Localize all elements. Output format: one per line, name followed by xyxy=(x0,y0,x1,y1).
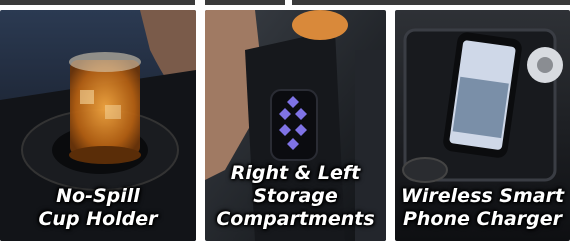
feature-card-storage: Right & Left Storage Compartments xyxy=(205,10,386,241)
caption-line: Phone Charger xyxy=(402,208,563,230)
caption-line: Cup Holder xyxy=(38,208,158,230)
caption-wireless-charger: Wireless Smart Phone Charger xyxy=(395,185,570,231)
caption-line: Storage xyxy=(253,185,338,207)
caption-line: Right & Left xyxy=(230,162,361,184)
caption-line: Compartments xyxy=(216,208,375,230)
feature-card-cup-holder: No-Spill Cup Holder xyxy=(0,10,196,241)
top-strip-left xyxy=(0,0,195,5)
caption-line: No-Spill xyxy=(56,185,140,207)
feature-card-wireless-charger: Wireless Smart Phone Charger xyxy=(395,10,570,241)
caption-line: Wireless Smart xyxy=(400,185,565,207)
caption-cup-holder: No-Spill Cup Holder xyxy=(0,185,196,231)
top-strip-right xyxy=(292,0,570,5)
top-strip-middle xyxy=(205,0,285,5)
caption-storage: Right & Left Storage Compartments xyxy=(205,162,386,231)
